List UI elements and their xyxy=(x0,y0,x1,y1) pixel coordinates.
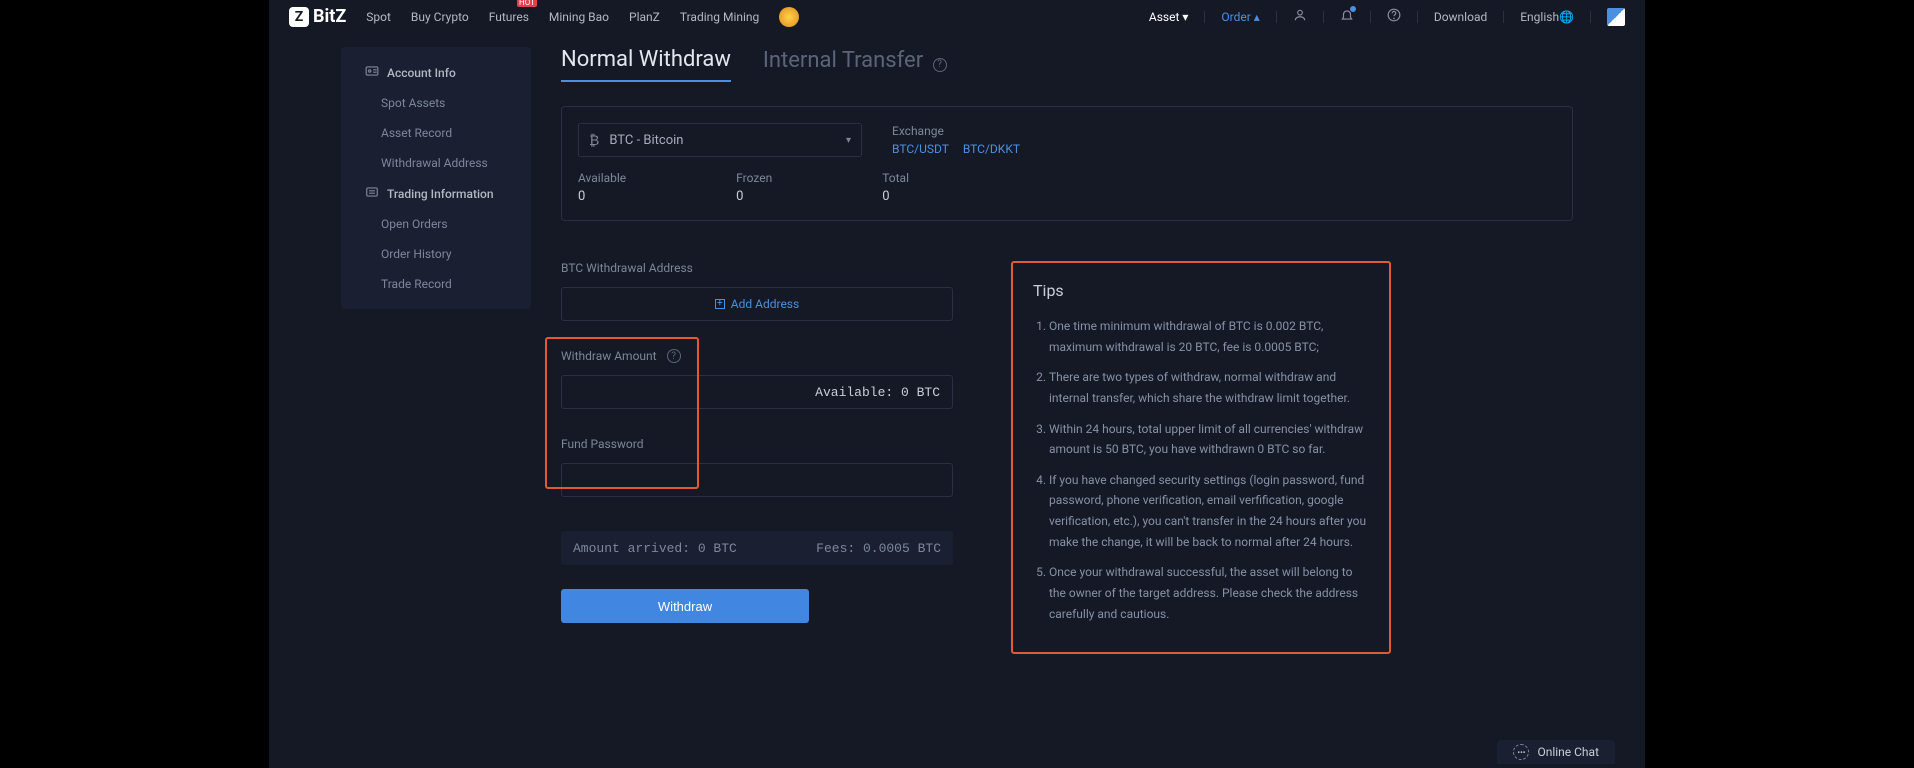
sidebar-open-orders[interactable]: Open Orders xyxy=(341,209,531,239)
bitcoin-icon: ₿ xyxy=(589,132,599,149)
main-panel: Normal Withdraw Internal Transfer ? ₿ BT… xyxy=(561,47,1573,654)
balance-value: 0 xyxy=(736,189,772,204)
sidebar-order-history[interactable]: Order History xyxy=(341,239,531,269)
amount-available-readout: Available: 0 BTC xyxy=(815,385,940,400)
coin-select-value: BTC - Bitcoin xyxy=(609,133,683,148)
withdraw-amount-input[interactable]: Available: 0 BTC xyxy=(561,375,953,409)
add-address-button[interactable]: + Add Address xyxy=(561,287,953,321)
tips-list: One time minimum withdrawal of BTC is 0.… xyxy=(1033,316,1369,624)
pair-link-btc-dkkt[interactable]: BTC/DKKT xyxy=(963,142,1020,156)
sidebar-label: Account Info xyxy=(387,66,456,80)
balance-value: 0 xyxy=(882,189,909,204)
nav-futures-label: Futures xyxy=(489,10,529,24)
user-icon[interactable] xyxy=(1293,8,1307,25)
tip-item: If you have changed security settings (l… xyxy=(1049,470,1369,553)
nav-planz[interactable]: PlanZ xyxy=(629,10,660,24)
nav-mining-bao[interactable]: Mining Bao xyxy=(549,10,609,24)
fund-password-input[interactable] xyxy=(561,463,953,497)
withdraw-button[interactable]: Withdraw xyxy=(561,589,809,623)
sidebar-trading-info[interactable]: Trading Information xyxy=(341,178,531,209)
sidebar-asset-record[interactable]: Asset Record xyxy=(341,118,531,148)
divider xyxy=(1590,11,1591,23)
coin-select[interactable]: ₿ BTC - Bitcoin ▾ xyxy=(578,123,862,157)
sidebar: Account Info Spot Assets Asset Record Wi… xyxy=(341,47,531,309)
tip-item: Once your withdrawal successful, the ass… xyxy=(1049,562,1369,624)
brand-name: BitZ xyxy=(313,6,346,27)
top-navbar: Z BitZ Spot Buy Crypto Futures HOT Minin… xyxy=(269,0,1645,33)
fees-text: Fees: 0.0005 BTC xyxy=(816,541,941,556)
divider xyxy=(1276,11,1277,23)
divider xyxy=(1204,11,1205,23)
chat-icon: ••• xyxy=(1513,744,1529,760)
brand-logo[interactable]: Z BitZ xyxy=(289,6,346,27)
nav-spot[interactable]: Spot xyxy=(366,10,391,24)
topbar-right: Asset ▾ Order ▴ Download English🌐 xyxy=(1149,8,1625,26)
account-card-icon xyxy=(365,65,379,80)
plus-icon: + xyxy=(715,299,725,309)
tip-item: One time minimum withdrawal of BTC is 0.… xyxy=(1049,316,1369,357)
balance-label: Available xyxy=(578,171,626,185)
help-circle-icon[interactable]: ? xyxy=(667,349,681,363)
balance-label: Frozen xyxy=(736,171,772,185)
nav-trading-mining[interactable]: Trading Mining xyxy=(680,10,759,24)
chevron-down-icon: ▾ xyxy=(846,135,851,146)
online-chat-button[interactable]: ••• Online Chat xyxy=(1497,740,1615,764)
balance-available: Available 0 xyxy=(578,171,626,204)
tab-label: Internal Transfer xyxy=(763,48,923,73)
exchange-block: Exchange BTC/USDT BTC/DKKT xyxy=(892,124,1020,156)
google-translate-icon[interactable] xyxy=(1607,8,1625,26)
content-area: Account Info Spot Assets Asset Record Wi… xyxy=(269,33,1645,654)
hot-badge: HOT xyxy=(517,0,537,7)
pair-link-btc-usdt[interactable]: BTC/USDT xyxy=(892,142,949,156)
amount-label-text: Withdraw Amount xyxy=(561,349,657,363)
tip-item: There are two types of withdraw, normal … xyxy=(1049,367,1369,408)
help-circle-icon[interactable]: ? xyxy=(933,58,947,72)
tab-normal-withdraw[interactable]: Normal Withdraw xyxy=(561,47,731,82)
bell-icon[interactable] xyxy=(1340,8,1354,25)
withdraw-tabs: Normal Withdraw Internal Transfer ? xyxy=(561,47,1573,82)
balance-label: Total xyxy=(882,171,909,185)
sidebar-label: Trading Information xyxy=(387,187,494,201)
fee-summary: Amount arrived: 0 BTC Fees: 0.0005 BTC xyxy=(561,531,953,565)
chat-label: Online Chat xyxy=(1537,745,1599,759)
amount-label: Withdraw Amount ? xyxy=(561,349,953,363)
sidebar-spot-assets[interactable]: Spot Assets xyxy=(341,88,531,118)
trading-list-icon xyxy=(365,186,379,201)
balance-row: Available 0 Frozen 0 Total 0 xyxy=(578,171,1556,204)
sidebar-withdrawal-address[interactable]: Withdrawal Address xyxy=(341,148,531,178)
fund-password-label: Fund Password xyxy=(561,437,953,451)
two-column: BTC Withdrawal Address + Add Address Wit… xyxy=(561,261,1573,654)
nav-futures[interactable]: Futures HOT xyxy=(489,10,529,24)
nav-asset[interactable]: Asset ▾ xyxy=(1149,10,1189,24)
divider xyxy=(1503,11,1504,23)
app-wrapper: Z BitZ Spot Buy Crypto Futures HOT Minin… xyxy=(269,0,1645,768)
help-icon[interactable] xyxy=(1387,8,1401,25)
divider xyxy=(1417,11,1418,23)
currency-card: ₿ BTC - Bitcoin ▾ Exchange BTC/USDT BTC/… xyxy=(561,106,1573,221)
nav-buy-crypto[interactable]: Buy Crypto xyxy=(411,10,469,24)
address-label: BTC Withdrawal Address xyxy=(561,261,953,275)
nav-download[interactable]: Download xyxy=(1434,10,1487,24)
exchange-label: Exchange xyxy=(892,124,1020,138)
nav-language[interactable]: English🌐 xyxy=(1520,10,1574,24)
tips-panel: Tips One time minimum withdrawal of BTC … xyxy=(1011,261,1391,654)
tips-title: Tips xyxy=(1033,281,1369,300)
withdraw-form: BTC Withdrawal Address + Add Address Wit… xyxy=(561,261,953,623)
logo-mark: Z xyxy=(289,7,309,27)
divider xyxy=(1323,11,1324,23)
tab-internal-transfer[interactable]: Internal Transfer ? xyxy=(763,48,947,81)
coin-emoji-icon[interactable] xyxy=(779,7,799,27)
tip-item: Within 24 hours, total upper limit of al… xyxy=(1049,419,1369,460)
topbar-left: Z BitZ Spot Buy Crypto Futures HOT Minin… xyxy=(289,6,799,27)
sidebar-trade-record[interactable]: Trade Record xyxy=(341,269,531,299)
nav-order[interactable]: Order ▴ xyxy=(1221,10,1259,24)
amount-arrived-text: Amount arrived: 0 BTC xyxy=(573,541,737,556)
balance-total: Total 0 xyxy=(882,171,909,204)
divider xyxy=(1370,11,1371,23)
sidebar-account-info[interactable]: Account Info xyxy=(341,57,531,88)
bell-dot xyxy=(1350,6,1356,12)
add-address-text: Add Address xyxy=(731,297,799,311)
balance-value: 0 xyxy=(578,189,626,204)
balance-frozen: Frozen 0 xyxy=(736,171,772,204)
